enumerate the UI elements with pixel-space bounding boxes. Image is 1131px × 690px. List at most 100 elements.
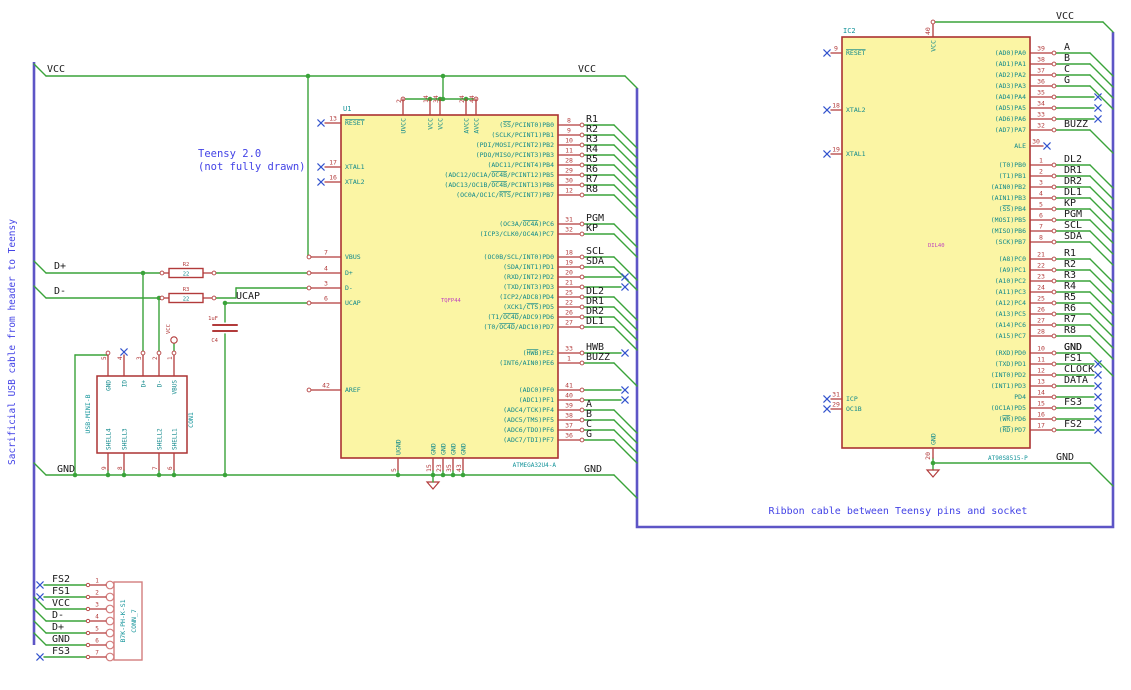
pin-end-circle bbox=[85, 654, 91, 660]
svg-text:DIL40: DIL40 bbox=[928, 243, 945, 249]
svg-text:R2: R2 bbox=[1064, 259, 1076, 270]
svg-text:G: G bbox=[1064, 75, 1070, 86]
svg-text:RESET: RESET bbox=[345, 119, 365, 127]
svg-text:KP: KP bbox=[1064, 198, 1076, 209]
svg-text:36: 36 bbox=[1037, 78, 1045, 86]
svg-text:9: 9 bbox=[101, 466, 108, 470]
svg-text:GND: GND bbox=[440, 443, 448, 455]
svg-text:22: 22 bbox=[565, 299, 573, 307]
svg-text:FS2: FS2 bbox=[1064, 419, 1082, 430]
svg-text:21: 21 bbox=[565, 279, 573, 287]
pin-end-circle bbox=[306, 254, 312, 260]
svg-text:ID: ID bbox=[122, 380, 129, 388]
r2-resistor[interactable]: R2 22 bbox=[159, 262, 217, 279]
svg-text:4: 4 bbox=[1039, 190, 1043, 198]
svg-text:3: 3 bbox=[1039, 179, 1043, 187]
svg-text:(AD3)PA3: (AD3)PA3 bbox=[995, 82, 1026, 90]
svg-text:17: 17 bbox=[329, 159, 337, 167]
svg-text:VCC: VCC bbox=[437, 118, 445, 130]
pin-end-circle bbox=[579, 122, 585, 128]
svg-text:R3: R3 bbox=[1064, 270, 1076, 281]
pin-end-circle bbox=[1051, 50, 1057, 56]
svg-text:VBUS: VBUS bbox=[345, 253, 361, 261]
svg-text:D+: D+ bbox=[141, 380, 148, 388]
svg-text:3: 3 bbox=[324, 280, 328, 288]
svg-text:2: 2 bbox=[395, 99, 403, 103]
no-connect-icon bbox=[621, 283, 629, 291]
svg-text:6: 6 bbox=[324, 295, 328, 303]
pin-end-circle bbox=[1051, 217, 1057, 223]
svg-text:(MOSI)PB5: (MOSI)PB5 bbox=[991, 216, 1026, 224]
schematic-drawing: R1R2R3R4R5R6R7R8PGMKPSCLSDADL2DR1DR2DL1H… bbox=[7, 11, 1115, 662]
pin-end-circle bbox=[579, 182, 585, 188]
schematic-canvas[interactable]: R1 R2 R3 R4 R5 R6 R7 R8 PGM KP SCL SDA DL2 DR1 DR2 DL1 H… bbox=[0, 0, 1131, 690]
pin-end-circle bbox=[1051, 372, 1057, 378]
pin-end-circle bbox=[85, 594, 91, 600]
svg-text:(ADC6/TDO)PF6: (ADC6/TDO)PF6 bbox=[503, 426, 554, 434]
svg-text:B: B bbox=[1064, 53, 1070, 64]
svg-text:23: 23 bbox=[1037, 273, 1045, 281]
junction-dot bbox=[305, 73, 311, 79]
svg-text:(ADC5/TMS)PF5: (ADC5/TMS)PF5 bbox=[503, 416, 554, 424]
svg-text:(A15)PC7: (A15)PC7 bbox=[995, 332, 1026, 340]
svg-text:24: 24 bbox=[1037, 284, 1045, 292]
pin-end-circle bbox=[105, 350, 111, 356]
svg-text:(AD7)PA7: (AD7)PA7 bbox=[995, 126, 1026, 134]
u1-symbol[interactable]: U1ATMEGA32U4-ATQFP4413RESET17XTAL116XTAL… bbox=[306, 95, 585, 476]
svg-text:XTAL1: XTAL1 bbox=[846, 150, 866, 158]
svg-text:GND: GND bbox=[106, 380, 113, 391]
svg-text:DL1: DL1 bbox=[1064, 187, 1082, 198]
svg-text:(XCK1/CTS)PD5: (XCK1/CTS)PD5 bbox=[503, 303, 554, 311]
no-connect-icon bbox=[621, 396, 629, 404]
svg-text:3: 3 bbox=[136, 356, 143, 360]
pin-end-circle bbox=[1051, 94, 1057, 100]
svg-text:29: 29 bbox=[565, 167, 573, 175]
svg-text:(A12)PC4: (A12)PC4 bbox=[995, 299, 1026, 307]
svg-text:R2: R2 bbox=[183, 262, 190, 268]
svg-text:20: 20 bbox=[924, 452, 932, 460]
svg-text:(INT1)PD3: (INT1)PD3 bbox=[991, 382, 1026, 390]
svg-text:Sacrificial USB cable from hea: Sacrificial USB cable from header to Tee… bbox=[7, 219, 18, 465]
c4-capacitor[interactable]: 1uF C4 bbox=[208, 316, 238, 344]
pin-end-circle bbox=[1051, 228, 1057, 234]
conn1-symbol[interactable]: USB-MINI-B CON1 5 GND 4 ID 3 D+ 2 D- 1 VBUS 9 SHELL4 8… bbox=[84, 348, 195, 471]
svg-text:40: 40 bbox=[924, 27, 932, 35]
pin-end-circle bbox=[579, 437, 585, 443]
svg-text:34: 34 bbox=[1037, 100, 1045, 108]
conn7-symbol[interactable]: B7K-PH-K-S1 CONN_7 1 2 3 4 5 6 7 bbox=[85, 578, 143, 662]
svg-text:19: 19 bbox=[832, 146, 840, 154]
svg-text:(PDO/MISO/PCINT3)PB3: (PDO/MISO/PCINT3)PB3 bbox=[476, 151, 554, 159]
svg-text:(INT0)PD2: (INT0)PD2 bbox=[991, 371, 1026, 379]
pin-end-circle bbox=[579, 294, 585, 300]
svg-text:5: 5 bbox=[1039, 201, 1043, 209]
pin-end-circle bbox=[579, 152, 585, 158]
svg-text:TQFP44: TQFP44 bbox=[441, 298, 462, 304]
svg-text:2: 2 bbox=[1039, 168, 1043, 176]
pin-end-circle bbox=[579, 417, 585, 423]
r3-resistor[interactable]: R3 22 bbox=[159, 287, 217, 304]
ic2-symbol[interactable]: IC2AT90S8515-PDIL409RESET18XTAL219XTAL13… bbox=[823, 19, 1057, 462]
pin-end-circle bbox=[85, 582, 91, 588]
svg-text:R3: R3 bbox=[183, 287, 190, 293]
svg-text:22: 22 bbox=[183, 272, 190, 278]
svg-text:22: 22 bbox=[183, 297, 190, 303]
pin-end-circle bbox=[1051, 127, 1057, 133]
svg-text:39: 39 bbox=[565, 402, 573, 410]
svg-text:36: 36 bbox=[565, 432, 573, 440]
svg-text:4: 4 bbox=[95, 614, 99, 621]
svg-text:15: 15 bbox=[1037, 400, 1045, 408]
svg-text:22: 22 bbox=[1037, 262, 1045, 270]
pin-end-circle bbox=[159, 295, 165, 301]
svg-text:UGND: UGND bbox=[395, 439, 403, 455]
svg-text:41: 41 bbox=[565, 382, 573, 390]
svg-text:DR1: DR1 bbox=[1064, 165, 1082, 176]
no-connect-icon bbox=[1043, 142, 1051, 150]
svg-text:5: 5 bbox=[95, 626, 99, 633]
svg-text:R8: R8 bbox=[1064, 325, 1076, 336]
svg-text:25: 25 bbox=[1037, 295, 1045, 303]
svg-text:GND: GND bbox=[430, 443, 438, 455]
svg-text:31: 31 bbox=[565, 216, 573, 224]
no-connect-icon bbox=[823, 405, 831, 413]
pin-end-circle bbox=[1051, 405, 1057, 411]
pin-end-circle bbox=[1051, 83, 1057, 89]
